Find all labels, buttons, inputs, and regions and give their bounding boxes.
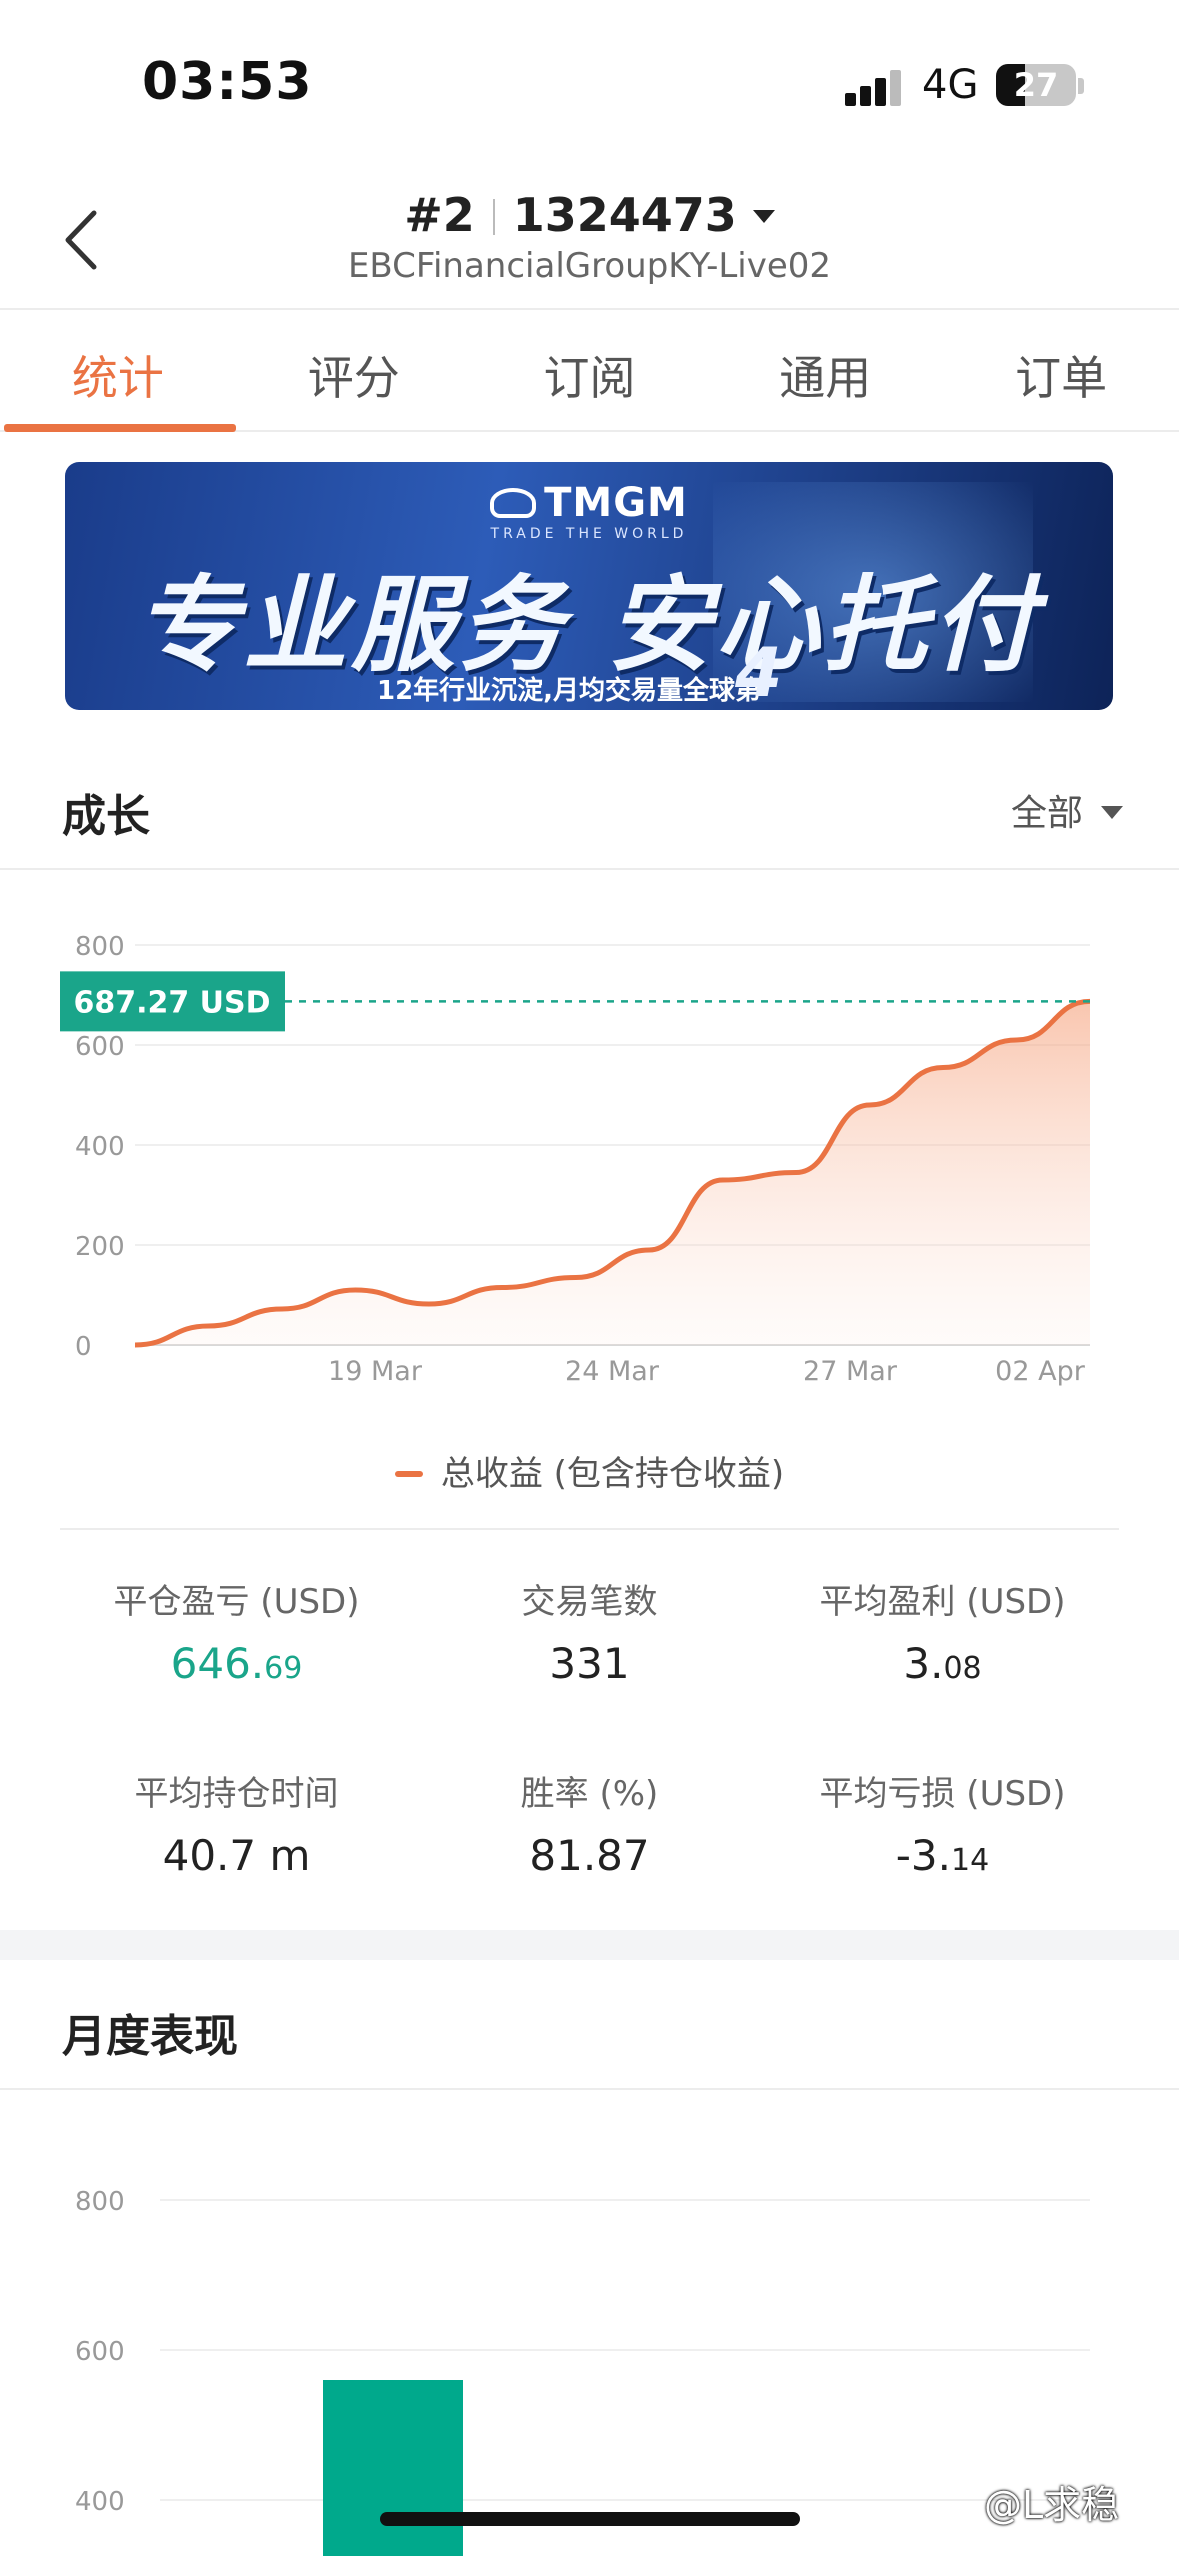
chevron-down-icon — [752, 210, 775, 223]
status-time: 03:53 — [142, 52, 313, 112]
stat-label: 平均持仓时间 — [134, 1774, 339, 1814]
signal-icon — [845, 66, 905, 106]
stat-avg-hold-time: 平均持仓时间 40.7 m — [40, 1766, 433, 1880]
stat-label: 平均亏损 (USD) — [819, 1774, 1066, 1814]
monthly-title: 月度表现 — [62, 2011, 238, 2062]
tab-bar: 统计 评分 订阅 通用 订单 — [0, 312, 1179, 432]
growth-area — [135, 1001, 1090, 1345]
banner-footer: 12年行业沉淀,月均交易量全球第 — [377, 676, 762, 706]
y-tick-label: 800 — [75, 2187, 125, 2217]
tab-statistics[interactable]: 统计 — [0, 312, 236, 432]
server-name: EBCFinancialGroupKY-Live02 — [347, 246, 832, 286]
battery-icon: 27 — [996, 64, 1076, 106]
y-tick-label: 400 — [75, 2487, 125, 2517]
current-value-label: 687.27 USD — [73, 985, 270, 1020]
stat-label: 平仓盈亏 (USD) — [113, 1582, 360, 1622]
stat-label: 胜率 (%) — [520, 1774, 659, 1814]
account-title[interactable]: #2 1324473 — [0, 188, 1179, 242]
y-tick-label: 400 — [75, 1132, 125, 1162]
stat-win-rate: 胜率 (%) 81.87 — [393, 1766, 786, 1880]
banner-headline: 专业服务 安心托付 — [135, 564, 1040, 686]
legend-swatch — [394, 1471, 423, 1477]
tab-general[interactable]: 通用 — [707, 312, 943, 430]
tab-subscription[interactable]: 订阅 — [472, 312, 708, 430]
x-tick-label: 27 Mar — [803, 1356, 898, 1387]
tab-rating[interactable]: 评分 — [236, 312, 472, 430]
stat-avg-profit: 平均盈利 (USD) 3.08 — [746, 1574, 1139, 1688]
monthly-section-header: 月度表现 — [0, 1960, 1179, 2090]
network-type: 4G — [922, 62, 979, 108]
stat-value: 646.69 — [170, 1639, 303, 1688]
banner-logo: TMGM — [65, 480, 1113, 526]
chevron-down-icon — [1101, 806, 1123, 819]
growth-section-header: 成长 全部 — [0, 740, 1179, 870]
stat-value: 3.08 — [903, 1639, 982, 1688]
legend-label: 总收益 (包含持仓收益) — [440, 1454, 785, 1494]
home-indicator[interactable] — [380, 2512, 800, 2526]
growth-chart: 0 200 400 600 800 687.27 USD 19 Mar 24 Mar 27 Ma… — [60, 932, 1091, 1387]
divider — [60, 1528, 1119, 1530]
header: #2 1324473 EBCFinancialGroupKY-Live02 — [0, 170, 1179, 310]
status-bar: 03:53 4G 27 — [0, 0, 1179, 160]
x-tick-label: 02 Apr — [995, 1356, 1086, 1387]
stat-label: 交易笔数 — [521, 1582, 658, 1622]
title-separator — [492, 199, 495, 235]
stat-label: 平均盈利 (USD) — [819, 1582, 1066, 1622]
stat-trade-count: 交易笔数 331 — [393, 1574, 786, 1688]
battery-cap — [1078, 78, 1084, 94]
range-dropdown[interactable]: 全部 — [1011, 784, 1123, 836]
ad-banner[interactable]: TMGM TRADE THE WORLD 专业服务 安心托付 12年行业沉淀,月… — [65, 462, 1113, 710]
stat-value: 81.87 — [529, 1831, 650, 1880]
y-tick-label: 0 — [75, 1332, 92, 1362]
stats-grid: 平仓盈亏 (USD) 646.69 交易笔数 331 平均盈利 (USD) 3.… — [0, 1560, 1179, 1920]
stat-value: 40.7 m — [162, 1831, 311, 1880]
x-tick-label: 24 Mar — [565, 1356, 660, 1387]
brand-logo-icon — [490, 488, 537, 518]
banner-number: 4 — [735, 634, 783, 710]
section-spacer — [0, 1930, 1179, 1960]
stat-avg-loss: 平均亏损 (USD) -3.14 — [746, 1766, 1139, 1880]
account-id: 1324473 — [512, 188, 737, 242]
monthly-bar — [323, 2380, 463, 2556]
stat-value: -3.14 — [895, 1831, 990, 1880]
battery-level: 27 — [1013, 66, 1059, 104]
stat-value: 331 — [549, 1639, 630, 1688]
stat-closed-pl: 平仓盈亏 (USD) 646.69 — [40, 1574, 433, 1688]
growth-title: 成长 — [62, 791, 150, 842]
watermark: @L求稳 — [984, 2483, 1120, 2527]
y-tick-label: 600 — [75, 1032, 125, 1062]
y-tick-label: 600 — [75, 2337, 125, 2367]
y-tick-label: 800 — [75, 932, 125, 962]
chart-legend: 总收益 (包含持仓收益) — [0, 1446, 1179, 1495]
rank-label: #2 — [404, 188, 475, 242]
y-tick-label: 200 — [75, 1232, 125, 1262]
tab-orders[interactable]: 订单 — [943, 312, 1179, 430]
x-tick-label: 19 Mar — [328, 1356, 423, 1387]
